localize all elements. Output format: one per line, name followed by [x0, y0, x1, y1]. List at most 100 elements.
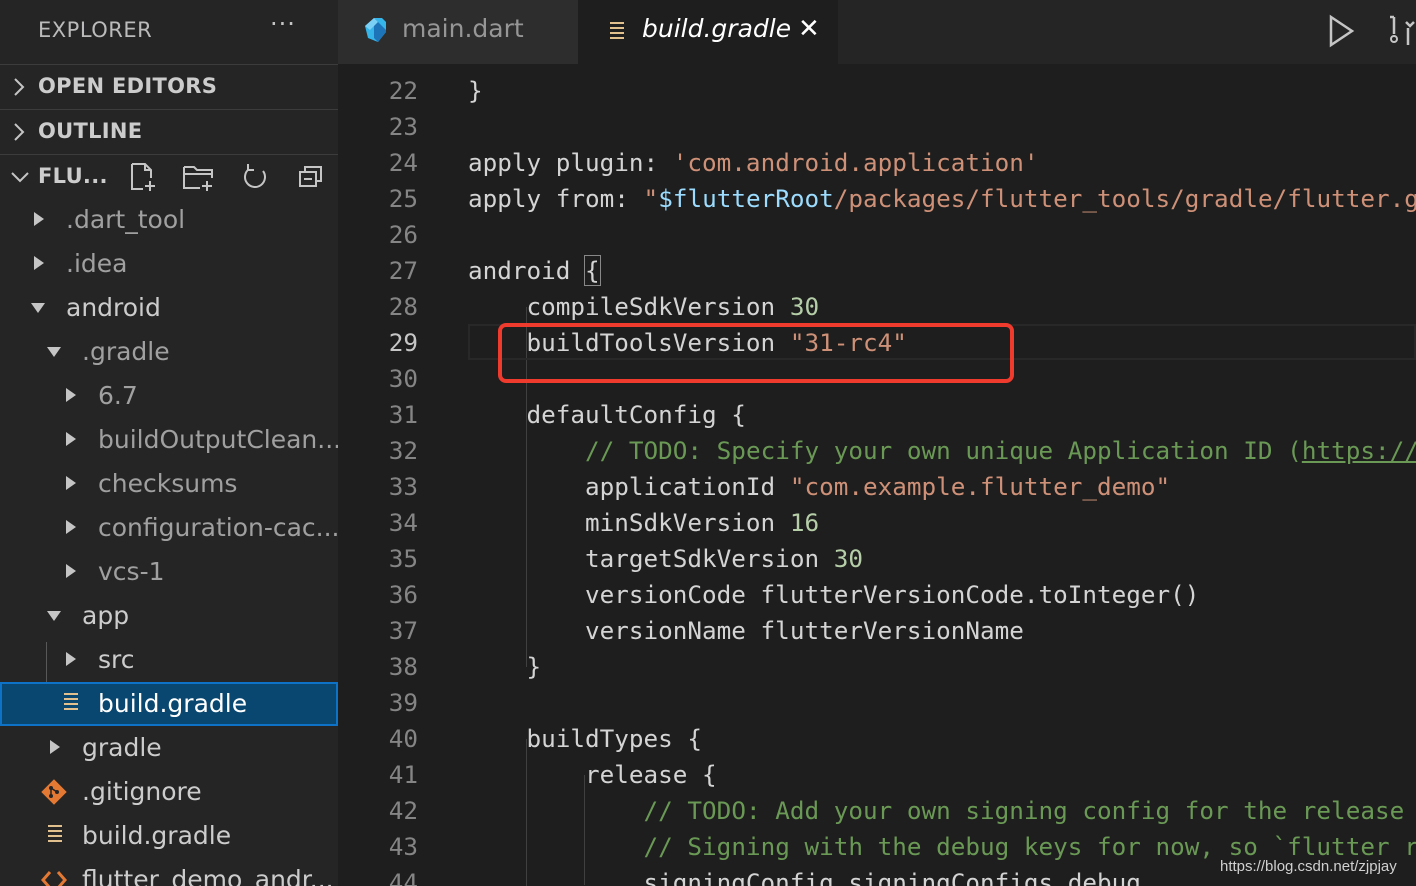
tree-item-label: checksums: [98, 469, 238, 498]
line-number: 34: [388, 508, 418, 537]
line-number: 38: [388, 652, 418, 681]
explorer-title: EXPLORER: [38, 18, 153, 42]
section-project[interactable]: FLU...: [0, 154, 338, 198]
line-number: 41: [388, 760, 418, 789]
code-text: android {: [468, 255, 601, 286]
caret-right-icon: [34, 256, 44, 270]
line-number: 22: [388, 76, 418, 105]
tree-item-label: flutter_demo_andr...: [82, 865, 334, 886]
line-number: 36: [388, 580, 418, 609]
collapse-all-icon[interactable]: [296, 161, 326, 193]
code-line: 25 apply from: "$flutterRoot/packages/fl…: [338, 180, 1416, 216]
code-line: 31 defaultConfig {: [338, 396, 1416, 432]
caret-right-icon: [66, 432, 76, 446]
code-text: targetSdkVersion 30: [468, 544, 863, 573]
tree-item-label: .idea: [66, 249, 128, 278]
tree-item-flutter-demo-android[interactable]: flutter_demo_andr...: [0, 858, 338, 886]
line-number: 28: [388, 292, 418, 321]
chevron-right-icon: [14, 123, 25, 141]
watermark: https://blog.csdn.net/zjpjay: [1220, 858, 1397, 875]
line-number: 43: [388, 832, 418, 861]
run-icon[interactable]: [1326, 14, 1356, 48]
line-number: 37: [388, 616, 418, 645]
code-line: 27 android {: [338, 252, 1416, 288]
tree-item-vcs-1[interactable]: vcs-1: [0, 550, 338, 594]
section-outline[interactable]: OUTLINE: [0, 109, 338, 153]
tree-item-label: build.gradle: [98, 689, 248, 718]
tree-item-label: android: [66, 293, 161, 322]
caret-down-icon: [47, 611, 61, 621]
code-text: buildTypes {: [468, 724, 703, 753]
section-open-editors[interactable]: OPEN EDITORS: [0, 64, 338, 108]
explorer-sidebar: EXPLORER ··· OPEN EDITORS OUTLINE FLU...: [0, 0, 338, 886]
caret-down-icon: [47, 347, 61, 357]
tree-item-idea[interactable]: .idea: [0, 242, 338, 286]
tree-item-app-build-gradle[interactable]: build.gradle: [0, 682, 338, 726]
line-number: 44: [388, 868, 418, 886]
code-line: 34 minSdkVersion 16: [338, 504, 1416, 540]
code-line: 26: [338, 216, 1416, 252]
compare-changes-icon[interactable]: [1388, 14, 1416, 48]
code-line: 39: [338, 684, 1416, 720]
new-folder-icon[interactable]: [182, 161, 213, 193]
caret-right-icon: [66, 388, 76, 402]
tree-item-build-output-cleanup[interactable]: buildOutputClean...: [0, 418, 338, 462]
code-text: // TODO: Specify your own unique Applica…: [585, 436, 1416, 465]
tree-item-dot-gradle[interactable]: .gradle: [0, 330, 338, 374]
code-line: 23: [338, 108, 1416, 144]
line-number: 30: [388, 364, 418, 393]
close-tab-icon[interactable]: ✕: [798, 14, 824, 44]
editor-tab-bar: main.dart build.gradle ✕: [338, 0, 1416, 64]
gradle-file-icon: [610, 22, 624, 42]
code-line: 24 apply plugin: 'com.android.applicatio…: [338, 144, 1416, 180]
code-text: compileSdkVersion 30: [468, 292, 820, 321]
tree-item-label: gradle: [82, 733, 162, 762]
code-text: versionCode flutterVersionCode.toInteger…: [468, 580, 1200, 609]
code-text: }: [468, 76, 483, 105]
tree-item-app[interactable]: app: [0, 594, 338, 638]
code-text: release {: [468, 760, 717, 789]
code-line: 37 versionName flutterVersionName: [338, 612, 1416, 648]
code-text: minSdkVersion 16: [468, 508, 820, 537]
tree-item-dart-tool[interactable]: .dart_tool: [0, 198, 338, 242]
tab-label: build.gradle: [642, 14, 792, 43]
tree-item-label: src: [98, 645, 135, 674]
code-text: apply plugin: 'com.android.application': [468, 148, 1039, 177]
tree-item-label: .gradle: [82, 337, 170, 366]
tree-item-label: app: [82, 601, 130, 630]
code-line: 36 versionCode flutterVersionCode.toInte…: [338, 576, 1416, 612]
explorer-actions: [128, 161, 328, 195]
line-number: 33: [388, 472, 418, 501]
tree-item-gradle[interactable]: gradle: [0, 726, 338, 770]
code-line: 28 compileSdkVersion 30: [338, 288, 1416, 324]
code-text: versionName flutterVersionName: [468, 616, 1024, 645]
line-number: 27: [388, 256, 418, 285]
tab-label: main.dart: [402, 14, 524, 43]
code-line: 35 targetSdkVersion 30: [338, 540, 1416, 576]
gradle-file-icon: [48, 825, 62, 845]
tree-item-configuration-cache[interactable]: configuration-cac...: [0, 506, 338, 550]
tree-item-label: .gitignore: [82, 777, 202, 806]
tree-item-label: 6.7: [98, 381, 138, 410]
code-editor[interactable]: 22 } 23 24 apply plugin: 'com.android.ap…: [338, 64, 1416, 886]
tree-item-checksums[interactable]: checksums: [0, 462, 338, 506]
tree-item-6-7[interactable]: 6.7: [0, 374, 338, 418]
new-file-icon[interactable]: [128, 161, 158, 193]
chevron-down-icon: [11, 172, 29, 183]
code-line: 32 // TODO: Specify your own unique Appl…: [338, 432, 1416, 468]
git-icon: [41, 779, 67, 805]
refresh-icon[interactable]: [240, 161, 270, 193]
annotation-highlight-box: [498, 323, 1014, 383]
tab-build-gradle[interactable]: build.gradle ✕: [578, 0, 838, 64]
line-number: 31: [388, 400, 418, 429]
tab-main-dart[interactable]: main.dart: [338, 0, 578, 64]
tree-item-gitignore[interactable]: .gitignore: [0, 770, 338, 814]
tree-item-android[interactable]: android: [0, 286, 338, 330]
tree-item-src[interactable]: src: [0, 638, 338, 682]
tree-item-build-gradle[interactable]: build.gradle: [0, 814, 338, 858]
dart-icon: [365, 18, 386, 42]
caret-right-icon: [66, 564, 76, 578]
more-actions-icon[interactable]: ···: [270, 10, 296, 38]
tree-item-label: build.gradle: [82, 821, 232, 850]
code-text: }: [468, 652, 542, 681]
